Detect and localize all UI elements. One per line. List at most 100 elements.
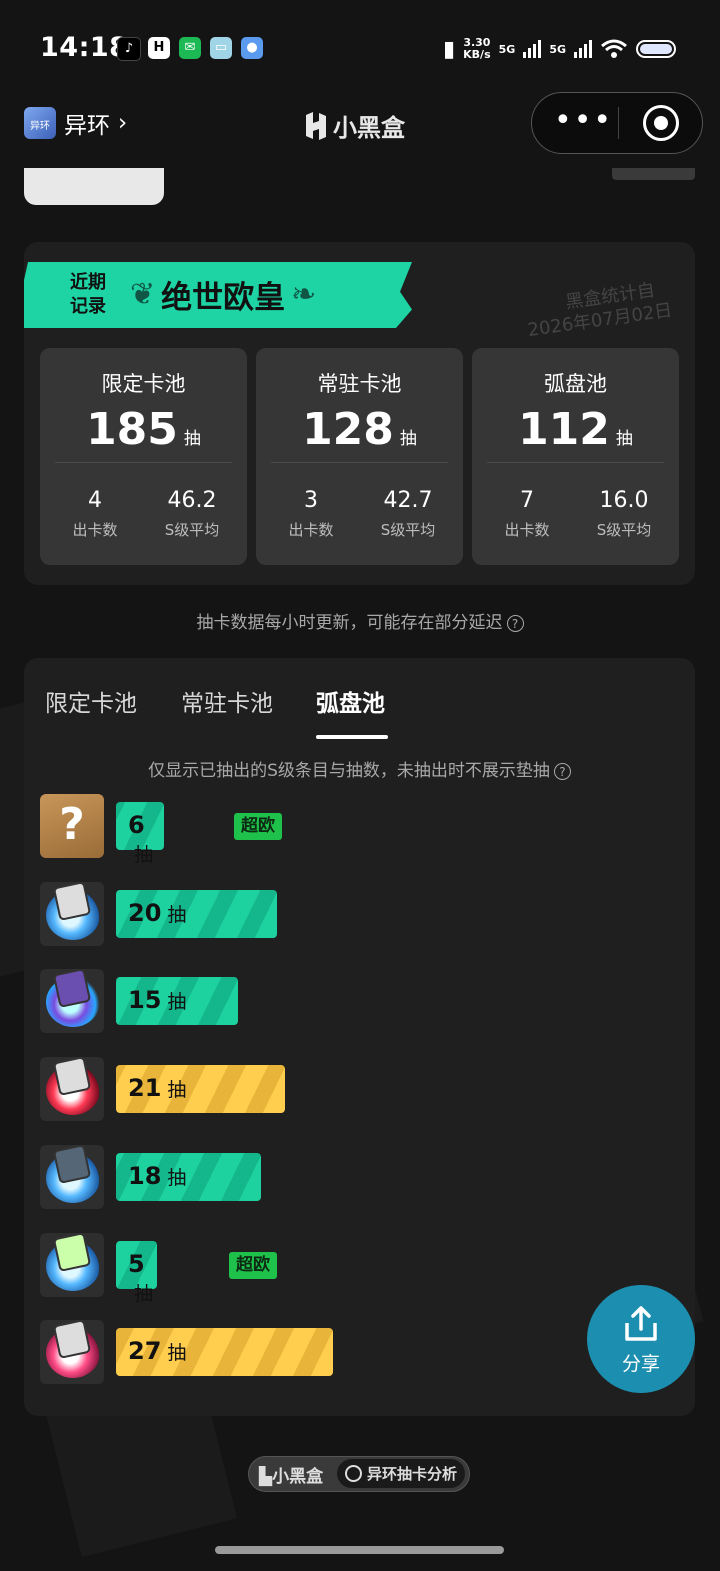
stat-card-disc: 弧盘池 112 抽 7 出卡数 16.0 S级平均 [472, 348, 679, 565]
stat-name: 限定卡池 [101, 372, 186, 396]
profile-app-icon: ● [241, 37, 263, 59]
status-right-group: ▮ 3.30 KB/s 5G 5G [443, 34, 676, 64]
pull-unit: 抽 [167, 1342, 187, 1364]
laurel-left-icon: ❦ [130, 277, 156, 312]
stat-cards-cell: 3 出卡数 [261, 488, 361, 540]
stat-avg-value: 46.2 [167, 488, 217, 513]
stat-cards-cell: 7 出卡数 [477, 488, 577, 540]
stat-cards-value: 3 [304, 488, 318, 513]
divider [271, 462, 448, 463]
tab-disc[interactable]: 弧盘池 [316, 684, 385, 718]
blue-disc-icon [40, 1233, 104, 1297]
signal-icon [523, 40, 542, 58]
heybox-logo-icon: ▙ [259, 1467, 273, 1487]
laurel-right-icon: ❧ [291, 277, 317, 312]
tiktok-icon: ♪ [117, 37, 141, 61]
mystery-question-icon: ? [40, 794, 104, 858]
pull-bar: 15 抽 [116, 977, 238, 1025]
pink-disc-icon [40, 1320, 104, 1384]
red-disc-icon [40, 1057, 104, 1121]
pull-row: ? 6抽 超欧 [40, 794, 680, 866]
pull-count-label: 6抽 [128, 811, 164, 867]
pull-unit: 抽 [167, 1167, 187, 1189]
battery-icon [636, 40, 676, 58]
stat-count: 112 [518, 404, 610, 455]
help-icon[interactable]: ? [506, 614, 524, 632]
pull-unit: 抽 [167, 991, 187, 1013]
update-note: 抽卡数据每小时更新，可能存在部分延迟? [0, 608, 720, 633]
more-icon[interactable]: ••• [554, 106, 613, 136]
tv-app-icon: ▭ [210, 37, 232, 59]
vibrate-icon: ▮ [443, 36, 456, 62]
pull-bar: 20 抽 [116, 890, 277, 938]
net-type-1: 5G [498, 42, 516, 56]
footer-brand-text: 小黑盒 [272, 1467, 324, 1487]
tab-limited[interactable]: 限定卡池 [45, 684, 137, 718]
status-bar: 14:18 ♪ H ✉ ▭ ● ▮ 3.30 KB/s 5G 5G [0, 0, 720, 96]
footer-watermark: ▙小黑盒 异环抽卡分析 [248, 1456, 470, 1492]
pull-row: 27 抽 [40, 1320, 680, 1384]
close-target-icon[interactable] [643, 105, 679, 141]
game-name: 异环 [64, 113, 110, 139]
stat-unit: 抽 [399, 429, 417, 449]
brand-title: 小黑盒 [303, 108, 405, 143]
settings-button[interactable] [612, 168, 695, 180]
pull-count: 6 [128, 811, 145, 839]
purple-disc-icon [40, 969, 104, 1033]
detail-subtitle: 仅显示已抽出的S级条目与抽数，未抽出时不展示垫抽? [24, 756, 695, 781]
stat-unit: 抽 [183, 429, 201, 449]
stat-name: 弧盘池 [544, 372, 607, 396]
pull-row: 18 抽 [40, 1145, 680, 1209]
footer-tool: 异环抽卡分析 [337, 1459, 465, 1488]
pull-count-label: 21 抽 [128, 1074, 186, 1102]
pull-count-label: 15 抽 [128, 986, 186, 1014]
heybox-logo-icon [306, 111, 326, 140]
profile-thumbnail [24, 168, 164, 205]
search-icon [345, 1465, 362, 1482]
stat-total: 185 抽 [40, 404, 247, 455]
pull-detail-card: 限定卡池 常驻卡池 弧盘池 仅显示已抽出的S级条目与抽数，未抽出时不展示垫抽? … [24, 658, 695, 1416]
stat-total: 112 抽 [472, 404, 679, 455]
net-speed: 3.30 KB/s [463, 37, 490, 61]
update-note-text: 抽卡数据每小时更新，可能存在部分延迟 [196, 613, 503, 633]
heybox-app-icon: H [148, 37, 170, 59]
pull-bar: 27 抽 [116, 1328, 333, 1376]
pull-row: 20 抽 [40, 882, 680, 946]
divider [487, 462, 664, 463]
stat-cards-cell: 4 出卡数 [45, 488, 145, 540]
stat-card-limited: 限定卡池 185 抽 4 出卡数 46.2 S级平均 [40, 348, 247, 565]
stat-cards-label: 出卡数 [72, 521, 118, 539]
tab-standard[interactable]: 常驻卡池 [181, 684, 273, 718]
summary-card: 黑盒统计自 2026年07月02日 近期 记录 ❦ 绝世欧皇 ❧ 限定卡池 185… [24, 242, 695, 585]
stat-avg-value: 16.0 [599, 488, 649, 513]
pull-count: 27 [128, 1337, 162, 1365]
stat-avg-cell: 46.2 S级平均 [142, 488, 242, 540]
pull-bar: 6抽 [116, 802, 164, 866]
pull-count: 18 [128, 1162, 162, 1190]
app-header: 异环 异环 › 小黑盒 ••• [0, 92, 720, 156]
pull-bar: 5抽 [116, 1241, 157, 1305]
lucky-badge: 超欧 [234, 813, 282, 840]
stat-cards-label: 出卡数 [288, 521, 334, 539]
status-time: 14:18 [40, 32, 129, 63]
help-icon[interactable]: ? [553, 762, 571, 780]
pull-count-label: 20 抽 [128, 899, 186, 927]
share-button[interactable]: 分享 [587, 1285, 695, 1393]
wechat-icon: ✉ [179, 37, 201, 59]
lucky-badge: 超欧 [229, 1252, 277, 1279]
wifi-icon [601, 39, 627, 58]
stat-total: 128 抽 [256, 404, 463, 455]
pull-count: 15 [128, 986, 162, 1014]
stat-avg-cell: 42.7 S级平均 [358, 488, 458, 540]
miniprogram-capsule: ••• [531, 92, 703, 154]
stat-avg-label: S级平均 [380, 521, 436, 539]
signal-icon-2 [574, 40, 592, 58]
stat-count: 185 [86, 404, 178, 455]
stat-avg-label: S级平均 [164, 521, 220, 539]
pull-count-label: 27 抽 [128, 1337, 186, 1365]
home-indicator[interactable] [215, 1546, 504, 1554]
ribbon-title: 绝世欧皇 [161, 280, 286, 316]
game-switch-button[interactable]: 异环 异环 › [24, 106, 127, 140]
blue-disc-icon [40, 1145, 104, 1209]
stat-cards-value: 7 [520, 488, 534, 513]
